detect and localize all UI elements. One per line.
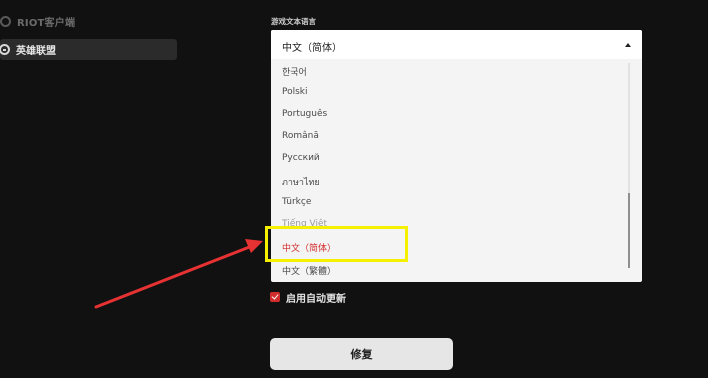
language-option-romanian[interactable]: Română (282, 131, 319, 141)
scrollbar-thumb[interactable] (628, 193, 630, 268)
chevron-up-icon (625, 43, 631, 47)
language-list-scrollbar[interactable] (628, 63, 630, 268)
language-option-polish[interactable]: Polski (282, 87, 308, 97)
language-option-turkish[interactable]: Türkçe (282, 197, 311, 207)
sidebar-header: RIOT客户端 (0, 13, 75, 29)
language-option-korean[interactable]: 한국어 (282, 65, 307, 78)
auto-update-toggle[interactable]: 启用自动更新 (270, 290, 346, 305)
league-logo-icon (0, 44, 10, 55)
language-option-russian[interactable]: Русский (282, 153, 320, 163)
highlight-box (265, 226, 408, 262)
language-dropdown-value: 中文（简体） (282, 43, 342, 54)
sidebar-item-label: 英雄联盟 (16, 46, 56, 57)
checkbox-checked-icon[interactable] (270, 292, 280, 302)
language-option-traditional-chinese[interactable]: 中文（繁體） (282, 264, 336, 277)
riot-client-settings-page: RIOT客户端 英雄联盟 游戏文本语言 中文（简体） 한국어 Polski Po… (0, 0, 708, 378)
language-option-portuguese[interactable]: Português (282, 109, 327, 119)
auto-update-label: 启用自动更新 (286, 293, 346, 305)
language-option-thai[interactable]: ภาษาไทย (282, 175, 320, 189)
riot-logo-icon (0, 15, 11, 27)
repair-button[interactable]: 修复 (270, 338, 453, 370)
sidebar-item-league-of-legends[interactable]: 英雄联盟 (0, 39, 177, 60)
language-dropdown-header[interactable]: 中文（简体） (271, 30, 642, 59)
language-section-label: 游戏文本语言 (271, 17, 316, 26)
sidebar-header-label: RIOT客户端 (17, 17, 76, 29)
